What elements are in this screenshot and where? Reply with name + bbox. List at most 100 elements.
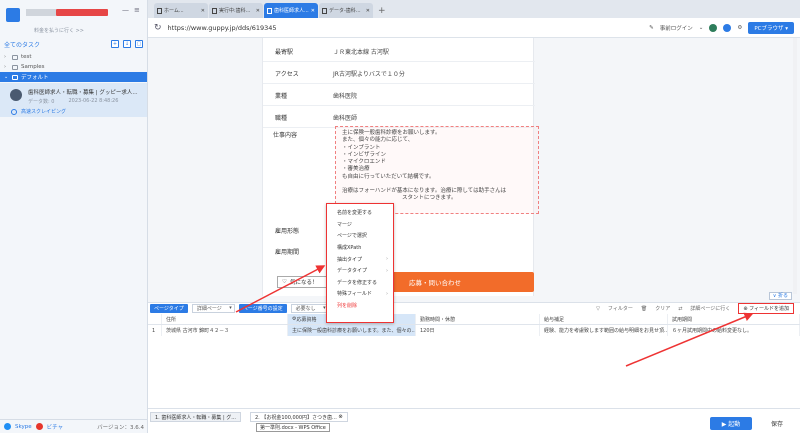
- collapse-button[interactable]: ∨ 折る: [768, 292, 792, 300]
- task-sidebar: — ≡ 料金を払うに行く >> 全てのタスク + ↓ ▢ › test › Sa…: [0, 0, 148, 433]
- filter-button[interactable]: フィルター: [608, 305, 633, 312]
- pc-browser-dropdown[interactable]: PCブラウザ ▾: [748, 21, 794, 34]
- skype-link[interactable]: Skype: [15, 424, 32, 430]
- tree-folder-samples[interactable]: › Samples: [0, 62, 147, 72]
- menu-item-label: データを修正する: [337, 279, 378, 286]
- link-icon[interactable]: ⇄: [678, 306, 682, 312]
- chevron-down-icon[interactable]: ⌄: [699, 25, 704, 31]
- menu-item-label: データタイプ: [337, 268, 368, 275]
- job-line: また、個々の能力に応じて、: [342, 137, 414, 144]
- tab-running[interactable]: 実行中:歯科... ✕: [209, 3, 263, 18]
- row-value[interactable]: JR古河駅よりバスで１０分: [333, 69, 405, 78]
- task-item[interactable]: 歯科医師求人・転職・募集 | グッピー求人... データ数: 0 2023-06…: [0, 83, 147, 117]
- folder-icon: [12, 64, 18, 70]
- bottom-tab-2[interactable]: 2. 【お祝金100,000円】さつき歯... ⊗: [250, 412, 348, 422]
- close-icon[interactable]: ✕: [311, 8, 315, 14]
- address-bar: ↻ https://www.guppy.jp/dds/619345 ✎ 事前ログ…: [148, 18, 800, 38]
- row-value[interactable]: ＪＲ東北本線 古河駅: [333, 47, 389, 56]
- user-name-redacted: [26, 9, 56, 16]
- wechat-icon[interactable]: [35, 423, 43, 430]
- tab-job-page[interactable]: 歯科医師求人... ✕: [264, 3, 318, 18]
- period-label: 雇用期間: [275, 249, 300, 256]
- table-cell[interactable]: 120日: [416, 325, 540, 336]
- row-label: 最寄駅: [275, 49, 294, 56]
- paging-select[interactable]: 必要なし: [290, 304, 329, 313]
- chevron-right-icon[interactable]: ›: [4, 54, 9, 60]
- trash-icon[interactable]: 🗑: [641, 306, 647, 312]
- col-header[interactable]: 試用期間: [668, 314, 800, 324]
- new-tab-button[interactable]: +: [374, 6, 390, 18]
- tree-folder-default[interactable]: ⌄ デフォルト: [0, 72, 147, 82]
- url-field[interactable]: https://www.guppy.jp/dds/619345: [168, 24, 644, 32]
- import-icon[interactable]: ↓: [123, 40, 131, 48]
- tab-home[interactable]: ホーム... ✕: [154, 3, 208, 18]
- tasks-header: 全てのタスク + ↓ ▢: [0, 38, 147, 50]
- add-field-button[interactable]: ⊕ フィールドを追加: [738, 303, 794, 314]
- edit-icon[interactable]: ✎: [649, 25, 654, 31]
- filter-icon[interactable]: ▽: [596, 306, 600, 312]
- tab-data[interactable]: データ-歯科... ✕: [319, 3, 373, 18]
- new-task-icon[interactable]: ▢: [135, 40, 143, 48]
- sidebar-footer: Skype ビチャ バージョン：3.6.4: [0, 419, 148, 433]
- table-cell[interactable]: 茨城県 古河市 錦町４２－３: [162, 325, 288, 336]
- close-icon[interactable]: ✕: [256, 8, 260, 14]
- clear-button[interactable]: クリア: [655, 305, 670, 312]
- table-cell[interactable]: 経験、能力を考慮致します範囲の給与明細をお見せ頂...: [540, 325, 668, 336]
- table-cell: 1: [148, 325, 162, 336]
- close-icon[interactable]: ⊗: [338, 414, 342, 420]
- task-status: 高速スクレイピング: [11, 108, 66, 115]
- col-header[interactable]: 給与補足: [540, 314, 668, 324]
- page-scrollbar[interactable]: [793, 38, 797, 294]
- user-header: — ≡ 料金を払うに行く >>: [0, 0, 147, 38]
- close-icon[interactable]: ✕: [201, 8, 205, 14]
- tree-folder-test[interactable]: › test: [0, 52, 147, 62]
- menu-item-merge[interactable]: マージ: [327, 219, 393, 231]
- menu-item-label: 名前を変更する: [337, 210, 373, 217]
- row-value[interactable]: 歯科医院: [333, 91, 357, 100]
- page-icon: [267, 7, 272, 14]
- upgrade-link[interactable]: 料金を払うに行く >>: [34, 27, 84, 34]
- row-value[interactable]: 歯科医師: [333, 113, 357, 122]
- table-cell[interactable]: ６ヶ月試用期間中の給料変更なし。: [668, 325, 800, 336]
- info-icon[interactable]: [723, 23, 732, 32]
- menu-item-delete-column[interactable]: 列を削除: [327, 300, 393, 312]
- reload-icon[interactable]: ↻: [154, 23, 162, 33]
- bottom-bar: 1. 歯科医師求人・転職・募集 | グ... 2. 【お祝金100,000円】さ…: [148, 408, 800, 433]
- menu-item-fix-data[interactable]: データを修正する: [327, 277, 393, 289]
- skype-icon[interactable]: [4, 423, 11, 430]
- menu-item-special-field[interactable]: 特殊フィールド ›: [327, 288, 393, 300]
- settings-icon[interactable]: ⚙: [737, 25, 742, 31]
- menu-item-label: ページで選択: [337, 233, 367, 240]
- chevron-right-icon[interactable]: ›: [4, 64, 9, 70]
- chevron-down-icon[interactable]: ⌄: [4, 74, 9, 80]
- menu-item-extract-type[interactable]: 抽出タイプ ›: [327, 253, 393, 265]
- save-button[interactable]: 保存: [760, 417, 794, 430]
- table-cell-selected[interactable]: 主に保険一般歯科診療をお願いします。また、個々の...: [288, 325, 416, 336]
- status-icon[interactable]: [709, 23, 718, 32]
- menu-icon[interactable]: ≡: [134, 6, 140, 14]
- pre-login-button[interactable]: 事前ログイン: [660, 24, 693, 32]
- paging-setting-button[interactable]: ページ番号の設定: [238, 304, 287, 313]
- job-description-text[interactable]: 主に保険一般歯科診療をお願いします。 また、個々の能力に応じて、 ・インプラント…: [335, 126, 539, 214]
- minimize-icon[interactable]: —: [122, 6, 129, 14]
- menu-item-select-on-page[interactable]: ページで選択: [327, 230, 393, 242]
- task-status-label: 高速スクレイピング: [21, 109, 67, 115]
- add-field-label: フィールドを追加: [749, 306, 789, 312]
- folder-icon: [12, 74, 18, 80]
- all-tasks-title[interactable]: 全てのタスク: [4, 40, 40, 49]
- menu-item-xpath[interactable]: 構成XPath: [327, 242, 393, 254]
- wechat-link[interactable]: ビチャ: [47, 423, 63, 431]
- page-type-select[interactable]: 詳細ページ: [191, 304, 235, 313]
- info-row-position: 職種 歯科医師: [263, 108, 535, 128]
- apply-label: 応募・問い合わせ: [409, 279, 461, 287]
- close-icon[interactable]: ✕: [366, 8, 370, 14]
- folder-label: デフォルト: [21, 75, 49, 81]
- start-button[interactable]: ▶ 起動: [710, 417, 752, 430]
- new-folder-icon[interactable]: +: [111, 40, 119, 48]
- menu-item-rename[interactable]: 名前を変更する: [327, 207, 393, 219]
- col-header[interactable]: 勤務時間・休憩: [416, 314, 540, 324]
- col-header[interactable]: 住所: [162, 314, 288, 324]
- bottom-tab-1[interactable]: 1. 歯科医師求人・転職・募集 | グ...: [150, 412, 241, 422]
- menu-item-data-type[interactable]: データタイプ ›: [327, 265, 393, 277]
- go-detail-button[interactable]: 詳細ページに行く: [690, 305, 730, 312]
